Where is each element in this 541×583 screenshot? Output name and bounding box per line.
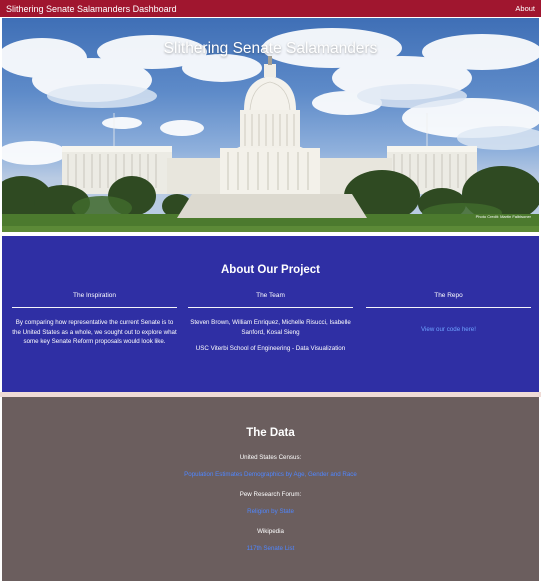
source-name-wikipedia: Wikipedia (257, 528, 284, 535)
repo-link[interactable]: View our code here! (421, 326, 476, 333)
source-link-pew[interactable]: Religion by State (2, 508, 539, 515)
team-column: The Team Steven Brown, William Enriquez,… (188, 292, 353, 354)
repo-column: The Repo View our code here! (366, 292, 531, 336)
project-heading: About Our Project (220, 264, 321, 276)
hero-title: Slithering Senate Salamanders (163, 40, 378, 57)
source-link-wikipedia[interactable]: 117th Senate List (2, 545, 539, 552)
data-section: The Data United States Census: Populatio… (2, 397, 539, 581)
hero-banner: Slithering Senate Salamanders Photo Cred… (2, 18, 539, 232)
source-name-census: United States Census: (239, 454, 302, 461)
team-school: USC Viterbi School of Engineering - Data… (195, 345, 346, 353)
inspiration-heading: The Inspiration (73, 292, 116, 299)
column-rule (12, 307, 177, 308)
data-heading: The Data (246, 427, 295, 439)
team-heading: The Team (256, 292, 285, 299)
nav-link-about[interactable]: About (515, 4, 535, 13)
about-project-section: About Our Project The Inspiration By com… (2, 236, 539, 392)
navbar-brand[interactable]: Slithering Senate Salamanders Dashboard (6, 4, 177, 14)
inspiration-column: The Inspiration By comparing how represe… (12, 292, 177, 347)
photo-credit: Photo Credit: Martin Falbisoner (475, 214, 531, 219)
source-link-census[interactable]: Population Estimates Demographics by Age… (2, 471, 539, 478)
navbar: Slithering Senate Salamanders Dashboard … (0, 0, 541, 17)
source-name-pew: Pew Research Forum: (239, 491, 302, 498)
inspiration-text: By comparing how representative the curr… (12, 319, 177, 346)
team-members: Steven Brown, William Enriquez, Michelle… (190, 319, 351, 336)
repo-heading: The Repo (434, 292, 463, 299)
column-rule (366, 307, 531, 308)
column-rule (188, 307, 353, 308)
